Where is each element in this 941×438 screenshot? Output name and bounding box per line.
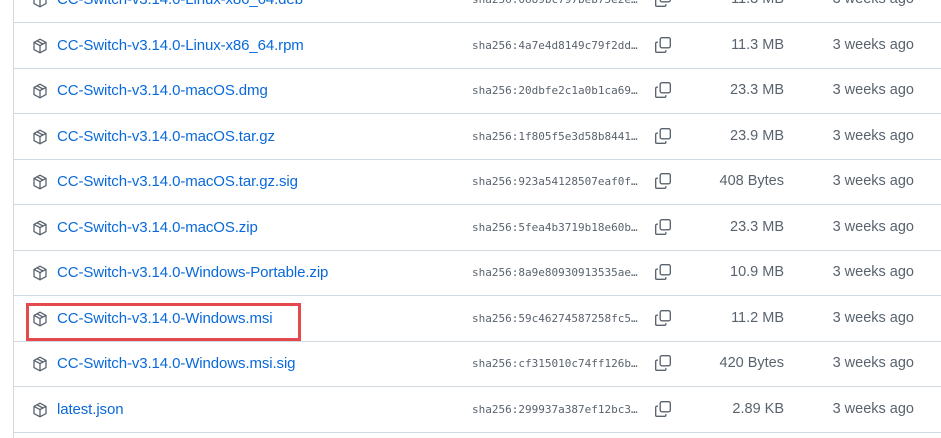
package-icon [32, 0, 48, 8]
package-icon [32, 402, 48, 418]
asset-time: 3 weeks ago [832, 173, 914, 189]
asset-size: 10.9 MB [730, 264, 784, 280]
asset-size: 11.3 MB [731, 0, 784, 7]
asset-time: 3 weeks ago [832, 355, 914, 371]
copy-icon[interactable] [654, 309, 672, 327]
copy-icon[interactable] [654, 127, 672, 145]
asset-digest: sha256:cf315010c74ff126b… [472, 357, 638, 370]
asset-row: CC-Switch-v3.14.0-macOS.dmg sha256:20dbf… [13, 69, 941, 114]
package-icon [32, 265, 48, 281]
asset-link[interactable]: CC-Switch-v3.14.0-Linux-x86_64.rpm [57, 37, 304, 54]
package-icon [32, 220, 48, 236]
copy-icon[interactable] [654, 263, 672, 281]
package-icon [32, 129, 48, 145]
asset-time: 3 weeks ago [832, 82, 914, 98]
asset-link[interactable]: latest.json [57, 401, 124, 418]
copy-icon[interactable] [654, 400, 672, 418]
asset-digest: sha256:923a54128507eaf0f… [472, 175, 638, 188]
asset-size: 408 Bytes [719, 173, 785, 189]
asset-size: 23.9 MB [730, 127, 784, 144]
asset-digest: sha256:299937a387ef12bc3… [472, 402, 638, 416]
asset-time: 3 weeks ago [832, 264, 914, 280]
asset-time: 3 weeks ago [832, 218, 914, 235]
copy-icon[interactable] [654, 36, 672, 54]
copy-icon[interactable] [654, 218, 672, 236]
asset-digest: sha256:1f805f5e3d58b8441… [472, 129, 638, 143]
asset-time: 3 weeks ago [832, 36, 914, 53]
asset-digest: sha256:59c46274587258fc5… [472, 311, 638, 325]
asset-link[interactable]: CC-Switch-v3.14.0-macOS.dmg [57, 82, 268, 99]
asset-time: 3 weeks ago [832, 127, 914, 144]
asset-time: 3 weeks ago [833, 0, 914, 7]
asset-time: 3 weeks ago [832, 400, 914, 417]
asset-row: CC-Switch-v3.14.0-Windows.msi.sig sha256… [13, 342, 941, 387]
copy-icon[interactable] [654, 0, 672, 8]
asset-row-highlighted: CC-Switch-v3.14.0-Windows.msi sha256:59c… [13, 297, 941, 342]
package-icon [32, 38, 48, 54]
package-icon [32, 356, 48, 372]
asset-size: 11.3 MB [731, 36, 784, 53]
asset-link[interactable]: CC-Switch-v3.14.0-Windows.msi [57, 310, 273, 327]
asset-time: 3 weeks ago [832, 309, 914, 326]
asset-link[interactable]: CC-Switch-v3.14.0-Windows-Portable.zip [57, 264, 328, 281]
asset-digest: sha256:5fea4b3719b18e60b… [472, 220, 638, 234]
package-icon [32, 311, 48, 327]
asset-size: 23.3 MB [730, 82, 784, 98]
asset-link[interactable]: CC-Switch-v3.14.0-macOS.tar.gz.sig [57, 173, 298, 190]
asset-link[interactable]: CC-Switch-v3.14.0-macOS.tar.gz [57, 128, 275, 145]
asset-digest: sha256:8a9e80930913535ae… [472, 266, 638, 279]
copy-icon[interactable] [654, 172, 672, 190]
asset-row: CC-Switch-v3.14.0-Linux-x86_64.rpm sha25… [13, 24, 941, 69]
copy-icon[interactable] [654, 354, 672, 372]
asset-size: 420 Bytes [719, 355, 785, 371]
asset-row: CC-Switch-v3.14.0-Windows-Portable.zip s… [13, 251, 941, 296]
asset-link[interactable]: CC-Switch-v3.14.0-macOS.zip [57, 219, 258, 236]
copy-icon[interactable] [654, 81, 672, 99]
asset-digest: sha256:20dbfe2c1a0b1ca69… [472, 84, 638, 97]
asset-link[interactable]: CC-Switch-v3.14.0-Windows.msi.sig [57, 355, 296, 372]
package-icon [32, 174, 48, 190]
asset-row: CC-Switch-v3.14.0-Linux-x86_64.deb sha25… [13, 0, 941, 23]
asset-row: CC-Switch-v3.14.0-macOS.tar.gz sha256:1f… [13, 115, 941, 160]
asset-digest: sha256:0689bc797beb75e2e… [472, 0, 638, 6]
asset-row: CC-Switch-v3.14.0-macOS.tar.gz.sig sha25… [13, 160, 941, 205]
asset-link[interactable]: CC-Switch-v3.14.0-Linux-x86_64.deb [57, 0, 303, 8]
asset-row: CC-Switch-v3.14.0-macOS.zip sha256:5fea4… [13, 206, 941, 251]
package-icon [32, 83, 48, 99]
asset-size: 23.3 MB [730, 218, 784, 235]
asset-size: 2.89 KB [732, 400, 784, 417]
asset-digest: sha256:4a7e4d8149c79f2dd… [472, 38, 638, 52]
asset-size: 11.2 MB [731, 309, 784, 326]
